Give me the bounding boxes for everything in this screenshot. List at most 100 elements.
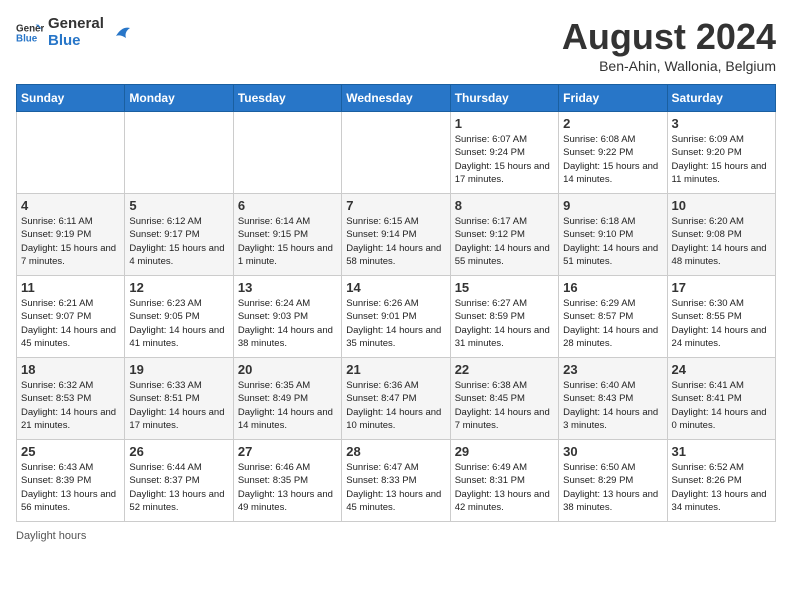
day-number: 29 xyxy=(455,444,554,459)
calendar-week-row: 25 Sunrise: 6:43 AM Sunset: 8:39 PM Dayli… xyxy=(17,440,776,522)
calendar-cell: 28Sunrise: 6:47 AM Sunset: 8:33 PM Dayli… xyxy=(342,440,450,522)
day-number: 6 xyxy=(238,198,337,213)
day-info: Sunrise: 6:08 AM Sunset: 9:22 PM Dayligh… xyxy=(563,133,662,186)
day-info: Sunrise: 6:12 AM Sunset: 9:17 PM Dayligh… xyxy=(129,215,228,268)
calendar-cell: 31 Sunrise: 6:52 AM Sunset: 8:26 PM Dayli… xyxy=(667,440,775,522)
day-number: 22 xyxy=(455,362,554,377)
day-number: 20 xyxy=(238,362,337,377)
day-info: Sunrise: 6:26 AM Sunset: 9:01 PM Dayligh… xyxy=(346,297,445,350)
day-number: 27 xyxy=(238,444,337,459)
day-info: Sunrise: 6:40 AM Sunset: 8:43 PM Dayligh… xyxy=(563,379,662,432)
day-info: Sunrise: 6:18 AM Sunset: 9:10 PM Dayligh… xyxy=(563,215,662,268)
logo-general: General xyxy=(48,16,104,33)
day-number: 3 xyxy=(672,116,771,131)
logo-icon: General Blue xyxy=(16,19,44,47)
calendar-cell: 29 Sunrise: 6:49 AM Sunset: 8:31 PM Dayli… xyxy=(450,440,558,522)
day-of-week-header: Wednesday xyxy=(342,85,450,112)
calendar-cell: 9Sunrise: 6:18 AM Sunset: 9:10 PM Daylig… xyxy=(559,194,667,276)
calendar-cell: 21 Sunrise: 6:36 AM Sunset: 8:47 PM Dayli… xyxy=(342,358,450,440)
calendar-cell: 23 Sunrise: 6:40 AM Sunset: 8:43 PM Dayli… xyxy=(559,358,667,440)
day-info: Sunrise: 6:20 AM Sunset: 9:08 PM Dayligh… xyxy=(672,215,771,268)
calendar-cell: 19Sunrise: 6:33 AM Sunset: 8:51 PM Dayli… xyxy=(125,358,233,440)
calendar-cell: 26 Sunrise: 6:44 AM Sunset: 8:37 PM Dayli… xyxy=(125,440,233,522)
day-number: 10 xyxy=(672,198,771,213)
day-info: Sunrise: 6:41 AM Sunset: 8:41 PM Dayligh… xyxy=(672,379,771,432)
day-info: Sunrise: 6:49 AM Sunset: 8:31 PM Dayligh… xyxy=(455,461,554,514)
day-number: 14 xyxy=(346,280,445,295)
month-title: August 2024 xyxy=(562,16,776,58)
calendar-cell: 3 Sunrise: 6:09 AM Sunset: 9:20 PM Daylig… xyxy=(667,112,775,194)
day-of-week-header: Saturday xyxy=(667,85,775,112)
day-info: Sunrise: 6:30 AM Sunset: 8:55 PM Dayligh… xyxy=(672,297,771,350)
daylight-label: Daylight hours xyxy=(16,530,86,542)
calendar-cell xyxy=(125,112,233,194)
day-number: 25 xyxy=(21,444,120,459)
calendar-cell: 5 Sunrise: 6:12 AM Sunset: 9:17 PM Daylig… xyxy=(125,194,233,276)
calendar-cell: 17 Sunrise: 6:30 AM Sunset: 8:55 PM Dayli… xyxy=(667,276,775,358)
day-info: Sunrise: 6:46 AM Sunset: 8:35 PM Dayligh… xyxy=(238,461,337,514)
calendar-cell: 11 Sunrise: 6:21 AM Sunset: 9:07 PM Dayli… xyxy=(17,276,125,358)
day-number: 21 xyxy=(346,362,445,377)
day-info: Sunrise: 6:17 AM Sunset: 9:12 PM Dayligh… xyxy=(455,215,554,268)
day-number: 1 xyxy=(455,116,554,131)
calendar-cell: 7 Sunrise: 6:15 AM Sunset: 9:14 PM Daylig… xyxy=(342,194,450,276)
calendar-cell: 12 Sunrise: 6:23 AM Sunset: 9:05 PM Dayli… xyxy=(125,276,233,358)
day-info: Sunrise: 6:52 AM Sunset: 8:26 PM Dayligh… xyxy=(672,461,771,514)
logo-bird-icon xyxy=(108,22,130,44)
day-info: Sunrise: 6:44 AM Sunset: 8:37 PM Dayligh… xyxy=(129,461,228,514)
calendar-cell: 6Sunrise: 6:14 AM Sunset: 9:15 PM Daylig… xyxy=(233,194,341,276)
day-info: Sunrise: 6:50 AM Sunset: 8:29 PM Dayligh… xyxy=(563,461,662,514)
day-info: Sunrise: 6:47 AM Sunset: 8:33 PM Dayligh… xyxy=(346,461,445,514)
day-of-week-header: Monday xyxy=(125,85,233,112)
day-info: Sunrise: 6:38 AM Sunset: 8:45 PM Dayligh… xyxy=(455,379,554,432)
day-info: Sunrise: 6:43 AM Sunset: 8:39 PM Dayligh… xyxy=(21,461,120,514)
calendar-cell: 30Sunrise: 6:50 AM Sunset: 8:29 PM Dayli… xyxy=(559,440,667,522)
day-number: 26 xyxy=(129,444,228,459)
day-number: 7 xyxy=(346,198,445,213)
day-of-week-header: Friday xyxy=(559,85,667,112)
day-info: Sunrise: 6:35 AM Sunset: 8:49 PM Dayligh… xyxy=(238,379,337,432)
day-info: Sunrise: 6:36 AM Sunset: 8:47 PM Dayligh… xyxy=(346,379,445,432)
day-number: 17 xyxy=(672,280,771,295)
calendar-cell: 16 Sunrise: 6:29 AM Sunset: 8:57 PM Dayli… xyxy=(559,276,667,358)
day-info: Sunrise: 6:29 AM Sunset: 8:57 PM Dayligh… xyxy=(563,297,662,350)
calendar-week-row: 11 Sunrise: 6:21 AM Sunset: 9:07 PM Dayli… xyxy=(17,276,776,358)
calendar-cell: 25 Sunrise: 6:43 AM Sunset: 8:39 PM Dayli… xyxy=(17,440,125,522)
day-number: 19 xyxy=(129,362,228,377)
logo-blue: Blue xyxy=(48,33,104,50)
day-number: 12 xyxy=(129,280,228,295)
day-number: 2 xyxy=(563,116,662,131)
day-info: Sunrise: 6:07 AM Sunset: 9:24 PM Dayligh… xyxy=(455,133,554,186)
calendar-cell: 1 Sunrise: 6:07 AM Sunset: 9:24 PM Daylig… xyxy=(450,112,558,194)
day-of-week-header: Sunday xyxy=(17,85,125,112)
day-number: 11 xyxy=(21,280,120,295)
day-info: Sunrise: 6:09 AM Sunset: 9:20 PM Dayligh… xyxy=(672,133,771,186)
footer: Daylight hours xyxy=(16,530,776,542)
day-number: 18 xyxy=(21,362,120,377)
day-info: Sunrise: 6:15 AM Sunset: 9:14 PM Dayligh… xyxy=(346,215,445,268)
calendar-cell xyxy=(17,112,125,194)
day-number: 31 xyxy=(672,444,771,459)
day-info: Sunrise: 6:27 AM Sunset: 8:59 PM Dayligh… xyxy=(455,297,554,350)
day-number: 5 xyxy=(129,198,228,213)
calendar-table: SundayMondayTuesdayWednesdayThursdayFrid… xyxy=(16,84,776,522)
page-header: General Blue General Blue August 2024 Be… xyxy=(16,16,776,74)
calendar-cell: 2 Sunrise: 6:08 AM Sunset: 9:22 PM Daylig… xyxy=(559,112,667,194)
day-number: 8 xyxy=(455,198,554,213)
day-of-week-header: Tuesday xyxy=(233,85,341,112)
calendar-week-row: 18Sunrise: 6:32 AM Sunset: 8:53 PM Dayli… xyxy=(17,358,776,440)
calendar-cell: 13Sunrise: 6:24 AM Sunset: 9:03 PM Dayli… xyxy=(233,276,341,358)
day-of-week-header: Thursday xyxy=(450,85,558,112)
day-number: 23 xyxy=(563,362,662,377)
calendar-cell: 22 Sunrise: 6:38 AM Sunset: 8:45 PM Dayli… xyxy=(450,358,558,440)
day-info: Sunrise: 6:23 AM Sunset: 9:05 PM Dayligh… xyxy=(129,297,228,350)
day-info: Sunrise: 6:11 AM Sunset: 9:19 PM Dayligh… xyxy=(21,215,120,268)
calendar-cell: 14 Sunrise: 6:26 AM Sunset: 9:01 PM Dayli… xyxy=(342,276,450,358)
calendar-cell xyxy=(342,112,450,194)
day-number: 16 xyxy=(563,280,662,295)
day-info: Sunrise: 6:21 AM Sunset: 9:07 PM Dayligh… xyxy=(21,297,120,350)
day-number: 13 xyxy=(238,280,337,295)
calendar-cell: 20 Sunrise: 6:35 AM Sunset: 8:49 PM Dayli… xyxy=(233,358,341,440)
logo: General Blue General Blue xyxy=(16,16,130,49)
title-block: August 2024 Ben-Ahin, Wallonia, Belgium xyxy=(562,16,776,74)
